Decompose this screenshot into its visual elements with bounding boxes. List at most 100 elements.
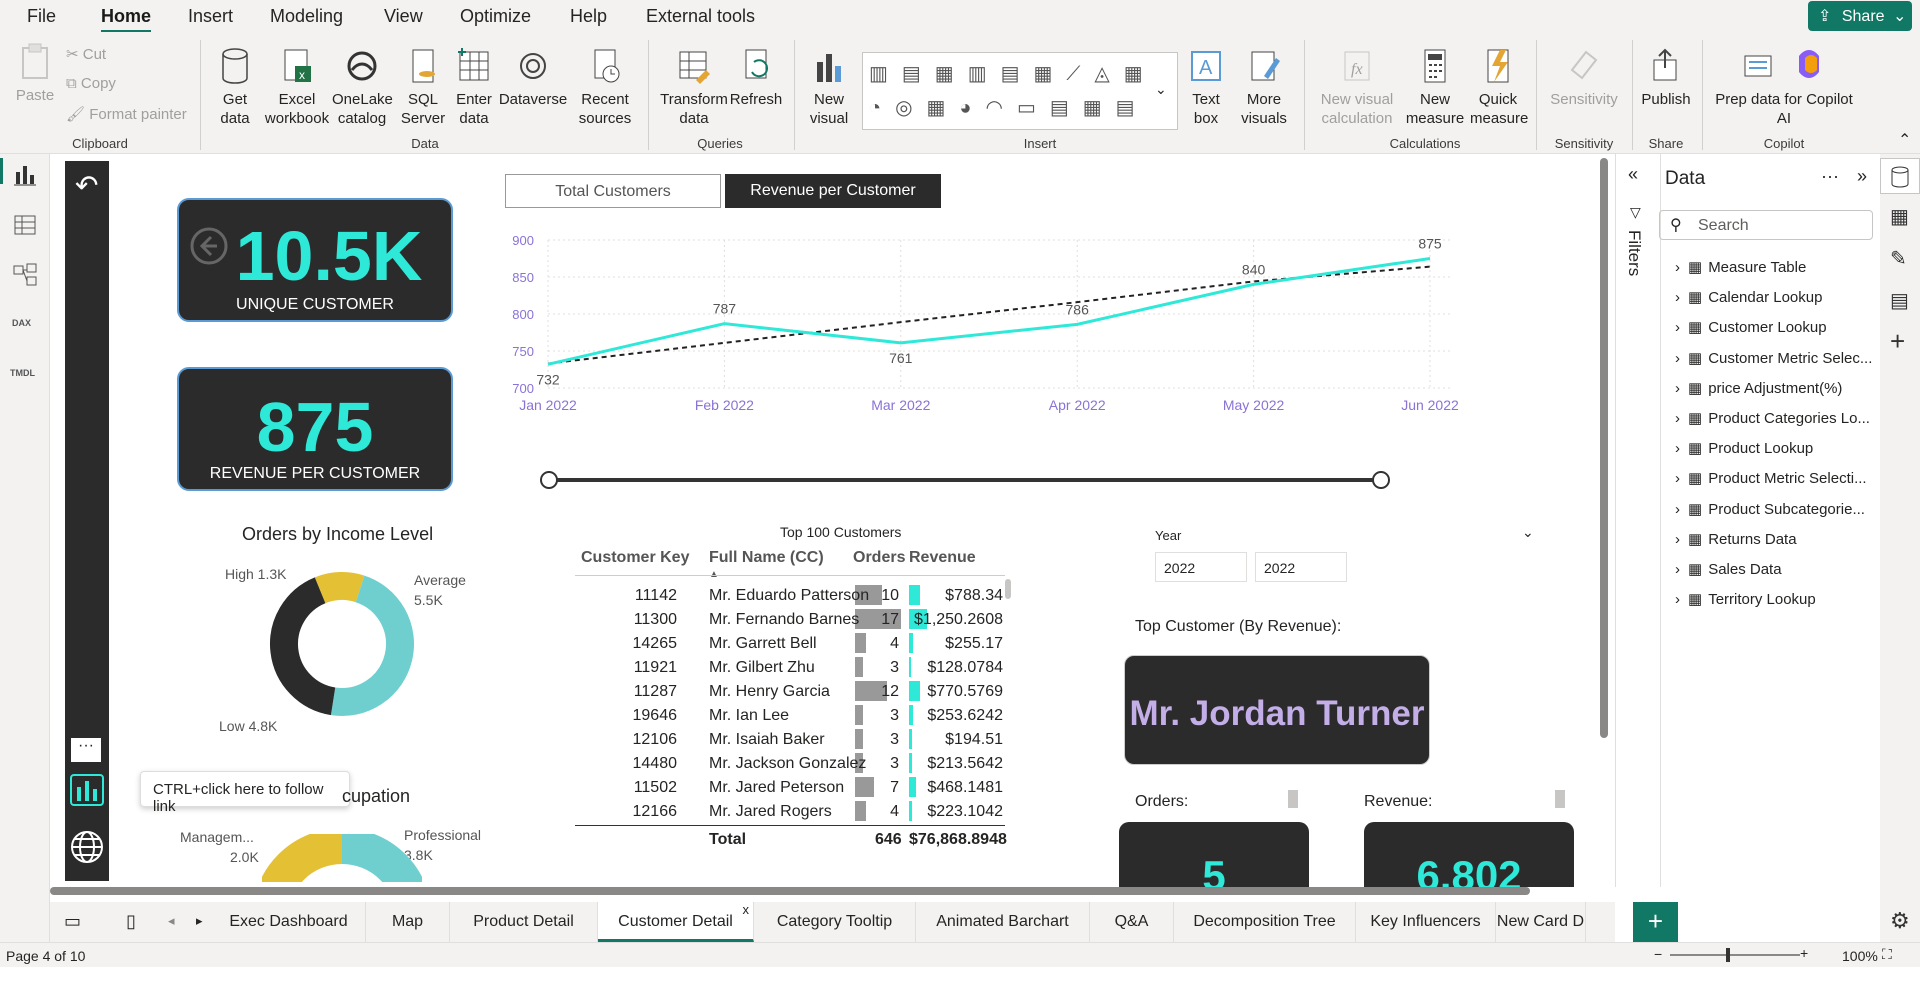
table-row[interactable]: 14480 Mr. Jackson Gonzalez 3 $213.5642 bbox=[575, 753, 1005, 777]
data-tree-item[interactable]: › ▦ Measure Table bbox=[1675, 258, 1806, 276]
onelake-catalog-button[interactable]: OneLake catalog bbox=[332, 46, 393, 128]
zoom-in-icon[interactable]: + bbox=[1800, 945, 1808, 961]
more-options-icon[interactable]: ··· bbox=[71, 738, 101, 762]
menu-help[interactable]: Help bbox=[570, 6, 607, 27]
zoom-slider[interactable] bbox=[1670, 954, 1800, 956]
desktop-layout-icon[interactable]: ▭ bbox=[64, 911, 81, 932]
tmdl-view-icon[interactable]: TMDL bbox=[10, 368, 35, 378]
publish-button[interactable]: Publish bbox=[1638, 46, 1694, 109]
prep-data-copilot-button[interactable]: Prep data for Copilot AI bbox=[1710, 46, 1858, 128]
add-pane-icon[interactable]: + bbox=[1890, 326, 1905, 357]
data-tree-item[interactable]: › ▦ Customer Metric Selec... bbox=[1675, 349, 1872, 367]
paste-button[interactable]: Paste bbox=[14, 42, 56, 105]
menu-file[interactable]: File bbox=[27, 6, 56, 27]
table-row[interactable]: 14265 Mr. Garrett Bell 4 $255.17 bbox=[575, 633, 1005, 657]
table-row[interactable]: 11142 Mr. Eduardo Patterson 10 $788.34 bbox=[575, 585, 1005, 609]
text-box-button[interactable]: A Text box bbox=[1184, 46, 1228, 128]
zoom-out-icon[interactable]: − bbox=[1654, 946, 1662, 962]
more-visuals-button[interactable]: More visuals bbox=[1236, 46, 1292, 128]
dataverse-button[interactable]: Dataverse bbox=[498, 46, 568, 109]
refresh-button[interactable]: Refresh bbox=[728, 46, 784, 109]
menu-optimize[interactable]: Optimize bbox=[460, 6, 531, 27]
column-header-customer-key[interactable]: Customer Key bbox=[581, 549, 689, 567]
settings-gear-icon[interactable]: ⚙ bbox=[1890, 908, 1910, 934]
cut-button[interactable]: ✂ Cut bbox=[66, 45, 106, 63]
get-data-button[interactable]: Get data bbox=[208, 46, 262, 128]
date-slider-end-handle[interactable] bbox=[1372, 471, 1390, 489]
data-pane-toggle[interactable] bbox=[1880, 158, 1920, 194]
back-arrow-icon[interactable]: ↶ bbox=[75, 169, 98, 202]
transform-data-button[interactable]: Transform data bbox=[660, 46, 728, 128]
table-scrollbar[interactable] bbox=[1005, 579, 1011, 599]
scroll-left-icon[interactable]: ◂ bbox=[168, 913, 175, 929]
chevron-down-icon[interactable]: ⌄ bbox=[1522, 524, 1534, 541]
table-row[interactable]: 12166 Mr. Jared Rogers 4 $223.1042 bbox=[575, 801, 1005, 825]
menu-view[interactable]: View bbox=[384, 6, 423, 27]
collapse-left-icon[interactable]: « bbox=[1628, 164, 1638, 185]
bookmarks-icon[interactable]: ▤ bbox=[1890, 288, 1909, 313]
new-measure-button[interactable]: New measure bbox=[1404, 46, 1466, 128]
table-row[interactable]: 11287 Mr. Henry Garcia 12 $770.5769 bbox=[575, 681, 1005, 705]
format-icon[interactable]: ✎ bbox=[1890, 246, 1907, 271]
new-visual-button[interactable]: New visual bbox=[802, 46, 856, 128]
page-tab[interactable]: Category Tooltip bbox=[754, 902, 916, 942]
report-view-icon[interactable] bbox=[12, 162, 38, 188]
enter-data-button[interactable]: Enter data bbox=[450, 46, 498, 128]
page-tab[interactable]: Product Detail bbox=[450, 902, 598, 942]
data-tree-item[interactable]: › ▦ Calendar Lookup bbox=[1675, 288, 1822, 306]
table-view-icon[interactable] bbox=[12, 212, 38, 238]
share-button[interactable]: ⇪ Share ⌄ bbox=[1808, 1, 1912, 31]
collapse-right-icon[interactable]: » bbox=[1857, 166, 1867, 187]
model-view-icon[interactable] bbox=[12, 262, 38, 288]
excel-workbook-button[interactable]: x Excel workbook bbox=[262, 46, 332, 128]
quick-measure-button[interactable]: Quick measure bbox=[1470, 46, 1528, 128]
menu-home[interactable]: Home bbox=[101, 6, 152, 33]
data-tree-item[interactable]: › ▦ Product Subcategorie... bbox=[1675, 500, 1865, 518]
donut-slice[interactable] bbox=[314, 572, 365, 604]
new-visual-calculation-button[interactable]: fx New visual calculation bbox=[1312, 46, 1402, 128]
chevron-down-icon[interactable]: ⌄ bbox=[1155, 81, 1167, 98]
table-row[interactable]: 19646 Mr. Ian Lee 3 $253.6242 bbox=[575, 705, 1005, 729]
filters-pane[interactable]: « ▽ Filters bbox=[1615, 154, 1660, 887]
data-tree-item[interactable]: › ▦ Territory Lookup bbox=[1675, 590, 1816, 608]
table-row[interactable]: 11300 Mr. Fernando Barnes 17 $1,250.2608 bbox=[575, 609, 1005, 633]
collapse-ribbon-icon[interactable]: ⌃ bbox=[1898, 130, 1911, 150]
table-row[interactable]: 11921 Mr. Gilbert Zhu 3 $128.0784 bbox=[575, 657, 1005, 681]
data-tree-item[interactable]: › ▦ Product Lookup bbox=[1675, 439, 1813, 457]
data-tree-item[interactable]: › ▦ price Adjustment(%) bbox=[1675, 379, 1842, 397]
date-slider-start-handle[interactable] bbox=[540, 471, 558, 489]
page-tab[interactable]: Q&A bbox=[1090, 902, 1174, 942]
donut-slice[interactable] bbox=[330, 575, 414, 716]
report-nav-icon[interactable] bbox=[69, 773, 105, 807]
table-row[interactable]: 11502 Mr. Jared Peterson 7 $468.1481 bbox=[575, 777, 1005, 801]
table-row[interactable]: 12106 Mr. Isaiah Baker 3 $194.51 bbox=[575, 729, 1005, 753]
fit-to-page-icon[interactable]: ⛶ bbox=[1882, 946, 1892, 963]
total-customers-button[interactable]: Total Customers bbox=[505, 174, 721, 208]
page-tab[interactable]: Key Influencers bbox=[1356, 902, 1496, 942]
sql-server-button[interactable]: SQL Server bbox=[398, 46, 448, 128]
menu-external-tools[interactable]: External tools bbox=[646, 6, 755, 27]
column-header-revenue[interactable]: Revenue bbox=[909, 549, 976, 567]
globe-icon[interactable] bbox=[69, 829, 105, 865]
page-tab[interactable]: Exec Dashboard bbox=[212, 902, 366, 942]
data-tree-item[interactable]: › ▦ Returns Data bbox=[1675, 530, 1797, 548]
page-tab[interactable]: Animated Barchart bbox=[916, 902, 1090, 942]
column-header-orders[interactable]: Orders bbox=[853, 549, 905, 567]
page-tab[interactable]: Customer Detail x bbox=[598, 902, 754, 942]
data-search-input[interactable]: ⚲ Search bbox=[1659, 210, 1873, 240]
year-from-input[interactable]: 2022 bbox=[1155, 552, 1247, 582]
mobile-layout-icon[interactable]: ▯ bbox=[126, 911, 136, 932]
more-options-icon[interactable]: ··· bbox=[1821, 166, 1839, 187]
visual-gallery[interactable]: ▥▤▦▥▤▦⟋◬▦ ◔◎▦◕◠▭▤▦▤ ⌄ bbox=[862, 52, 1178, 130]
horizontal-scrollbar[interactable] bbox=[50, 887, 1530, 895]
menu-insert[interactable]: Insert bbox=[188, 6, 233, 27]
year-to-input[interactable]: 2022 bbox=[1255, 552, 1347, 582]
scroll-right-icon[interactable]: ▸ bbox=[196, 913, 203, 929]
dax-query-view-icon[interactable]: DAX bbox=[12, 318, 31, 328]
page-tab[interactable]: New Card D bbox=[1496, 902, 1586, 942]
data-tree-item[interactable]: › ▦ Product Categories Lo... bbox=[1675, 409, 1870, 427]
visualizations-icon[interactable]: ▦ bbox=[1890, 204, 1909, 229]
sensitivity-button[interactable]: Sensitivity bbox=[1544, 46, 1624, 109]
add-page-button[interactable]: + bbox=[1633, 902, 1678, 942]
page-tab[interactable]: Map bbox=[366, 902, 450, 942]
